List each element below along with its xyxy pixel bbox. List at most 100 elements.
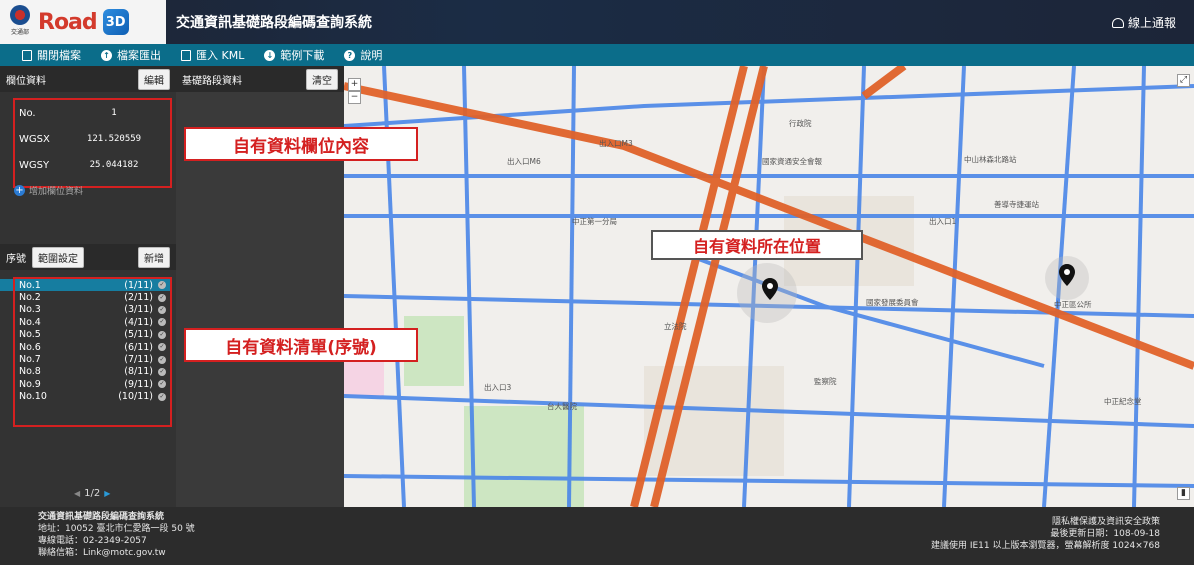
zoom-in-button[interactable]: +: [348, 78, 361, 91]
help-icon: ?: [344, 49, 356, 61]
online-report-button[interactable]: 線上通報: [1111, 14, 1176, 31]
field-panel-header: 欄位資料 編輯: [0, 66, 176, 92]
toolbar: 關閉檔案 ↑ 檔案匯出 匯入 KML ↓ 範例下載 ? 說明: [0, 44, 1194, 66]
layer-icon[interactable]: ▮: [1177, 487, 1190, 500]
map-label: 國家資通安全會報: [762, 157, 822, 166]
callout-list: 自有資料清單(序號): [184, 328, 418, 362]
sequence-row-name: No.6: [19, 341, 41, 353]
sequence-row-name: No.9: [19, 378, 41, 390]
zoom-out-button[interactable]: −: [348, 91, 361, 104]
map-label: 行政院: [789, 119, 812, 128]
field-value: 25.044182: [89, 160, 139, 170]
sequence-row[interactable]: No.4 (4/11) ✓: [15, 316, 170, 328]
location-marker-icon[interactable]: [1059, 264, 1075, 288]
sequence-header: 序號 範圍設定 新增: [0, 244, 176, 270]
map-label: 善導寺捷運站: [994, 200, 1039, 209]
sequence-row-name: No.3: [19, 304, 41, 316]
segment-panel-header: 基礎路段資料 清空: [176, 66, 344, 92]
left-panel: 欄位資料 編輯 No. 1 WGSX 121.520559 WGSY 25.04…: [0, 66, 176, 507]
sequence-row-count: (2/11): [124, 292, 153, 304]
field-key: WGSY: [19, 159, 50, 171]
edit-button[interactable]: 編輯: [138, 68, 170, 90]
system-title: 交通資訊基礎路段編碼查詢系統: [176, 15, 372, 31]
check-icon: ✓: [158, 318, 166, 327]
sample-download-label: 範例下載: [280, 49, 325, 62]
sequence-row-count: (10/11): [118, 391, 153, 403]
sequence-row-name: No.4: [19, 316, 41, 328]
sequence-row[interactable]: No.1 (1/11) ✓: [15, 279, 170, 292]
map-label: 出入口M3: [599, 139, 633, 148]
sequence-row[interactable]: No.10 (10/11) ✓: [15, 391, 170, 403]
upload-icon: ↑: [101, 49, 112, 61]
brand-name: Road: [38, 9, 98, 35]
field-value: 1: [111, 108, 117, 118]
sequence-row-count: (4/11): [124, 316, 153, 328]
location-marker-icon[interactable]: [762, 278, 778, 302]
check-icon: ✓: [158, 293, 166, 302]
help-button[interactable]: ? 說明: [344, 47, 382, 63]
callout-fields: 自有資料欄位內容: [184, 127, 418, 161]
close-file-label: 關閉檔案: [37, 49, 81, 62]
check-icon: ✓: [158, 380, 166, 389]
sequence-row-count: (8/11): [124, 366, 153, 378]
sequence-row[interactable]: No.8 (8/11) ✓: [15, 366, 170, 378]
download-icon: ↓: [264, 49, 276, 61]
sequence-row-count: (5/11): [124, 329, 153, 341]
sequence-row[interactable]: No.3 (3/11) ✓: [15, 304, 170, 316]
field-row: WGSX 121.520559: [15, 126, 170, 152]
footer-right: 隱私權保護及資訊安全政策 最後更新日期：108-09-18 建議使用 IE11 …: [931, 516, 1160, 552]
field-row: WGSY 25.044182: [15, 152, 170, 178]
close-file-button[interactable]: 關閉檔案: [22, 47, 81, 63]
map-label: 台大醫院: [547, 402, 577, 411]
sequence-title: 序號: [6, 253, 26, 265]
check-icon: ✓: [158, 392, 166, 401]
fullscreen-icon[interactable]: ⤢: [1177, 74, 1190, 87]
map-label: 中正紀念堂: [1104, 397, 1142, 406]
sequence-row[interactable]: No.9 (9/11) ✓: [15, 378, 170, 390]
prev-page-icon[interactable]: ◀: [74, 489, 80, 498]
import-kml-label: 匯入 KML: [196, 49, 245, 62]
logo[interactable]: 交通部 Road 3D: [0, 0, 166, 44]
app-header: 交通部 Road 3D 交通資訊基礎路段編碼查詢系統 線上通報: [0, 0, 1194, 44]
check-icon: ✓: [158, 343, 166, 352]
add-field-button[interactable]: + 增加欄位資料: [14, 184, 83, 197]
file-icon: [181, 49, 191, 61]
sample-download-button[interactable]: ↓ 範例下載: [264, 47, 324, 63]
check-icon: ✓: [158, 367, 166, 376]
sequence-row-name: No.1: [19, 279, 41, 291]
clear-button[interactable]: 清空: [306, 68, 338, 90]
map-label: 中山林森北路站: [964, 155, 1017, 164]
motc-emblem-icon: 交通部: [8, 5, 32, 39]
sequence-row-name: No.10: [19, 391, 47, 403]
cloud-icon: [1111, 17, 1124, 28]
sequence-row-count: (3/11): [124, 304, 153, 316]
sequence-row[interactable]: No.6 (6/11) ✓: [15, 341, 170, 353]
import-kml-button[interactable]: 匯入 KML: [181, 47, 244, 63]
check-icon: ✓: [158, 305, 166, 314]
footer: 交通資訊基礎路段編碼查詢系統 地址：10052 臺北市仁愛路一段 50 號 專線…: [0, 507, 1194, 565]
last-updated: 最後更新日期：108-09-18: [1050, 529, 1160, 539]
next-page-icon[interactable]: ▶: [104, 489, 110, 498]
export-file-button[interactable]: ↑ 檔案匯出: [101, 47, 161, 63]
sequence-row[interactable]: No.2 (2/11) ✓: [15, 291, 170, 303]
map-view[interactable]: 行政院 國家資通安全會報 出入口M6 出入口M3 中正第一分局 中正區公所 台大…: [344, 66, 1194, 507]
sequence-row-count: (6/11): [124, 341, 153, 353]
online-report-label: 線上通報: [1127, 16, 1176, 30]
page-indicator: 1/2: [84, 488, 101, 499]
range-setting-button[interactable]: 範圍設定: [32, 246, 84, 268]
sequence-row-name: No.5: [19, 329, 41, 341]
field-key: WGSX: [19, 133, 50, 145]
map-label: 中正區公所: [1054, 300, 1092, 309]
sequence-row[interactable]: No.5 (5/11) ✓: [15, 329, 170, 341]
add-button[interactable]: 新增: [138, 246, 170, 268]
browser-note: 建議使用 IE11 以上版本瀏覽器，螢幕解析度 1024×768: [930, 541, 1160, 551]
callout-location: 自有資料所在位置: [651, 230, 863, 260]
map-label: 出入口M6: [507, 157, 541, 166]
segment-panel-title: 基礎路段資料: [182, 75, 242, 87]
file-icon: [22, 49, 32, 61]
sequence-row[interactable]: No.7 (7/11) ✓: [15, 353, 170, 365]
privacy-link[interactable]: 隱私權保護及資訊安全政策: [931, 516, 1160, 528]
export-file-label: 檔案匯出: [117, 49, 161, 62]
sequence-row-count: (7/11): [124, 354, 153, 366]
map-label: 立法院: [664, 322, 687, 331]
